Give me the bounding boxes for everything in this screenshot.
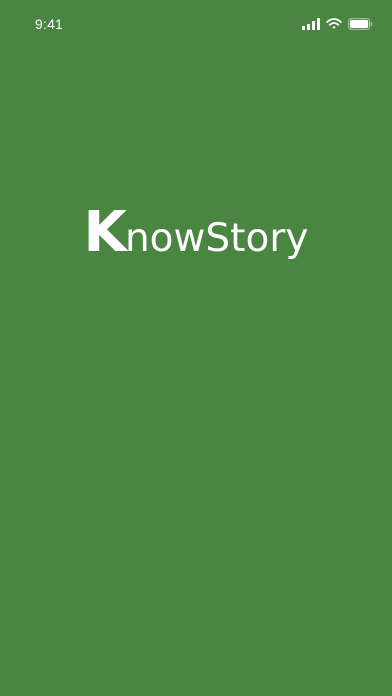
status-bar: 9:41 bbox=[0, 0, 392, 50]
splash-screen: 9:41 KnowStory bbox=[0, 0, 392, 696]
status-icons bbox=[302, 17, 373, 31]
cellular-signal-icon bbox=[302, 18, 320, 30]
app-logo: KnowStory bbox=[84, 205, 309, 261]
logo-initial: K bbox=[83, 200, 127, 265]
status-time: 9:41 bbox=[35, 16, 64, 32]
logo-rest: nowStory bbox=[124, 216, 309, 261]
wifi-icon bbox=[326, 18, 342, 29]
logo-container: KnowStory bbox=[0, 205, 392, 261]
battery-icon bbox=[348, 18, 373, 30]
